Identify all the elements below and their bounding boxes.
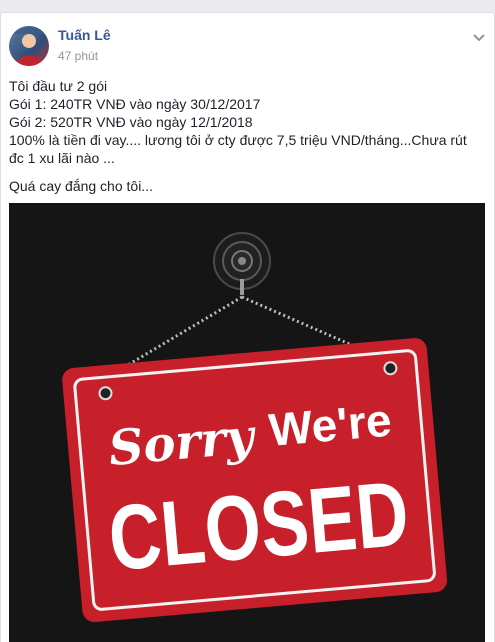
post-card: Tuấn Lê 47 phút Tôi đầu tư 2 gói Gói 1: … — [0, 12, 495, 642]
post-line: 100% là tiền đi vay.... lương tôi ở cty … — [9, 132, 467, 166]
post-text: Tôi đầu tư 2 gói Gói 1: 240TR VNĐ vào ng… — [9, 77, 485, 195]
post-timestamp[interactable]: 47 phút — [58, 49, 98, 63]
sign-were-text: We're — [267, 394, 394, 456]
closed-sign: Sorry We're CLOSED — [62, 338, 448, 622]
post-closing-line: Quá cay đắng cho tôi... — [9, 178, 153, 194]
author-name[interactable]: Tuấn Lê — [58, 27, 111, 43]
avatar[interactable] — [9, 26, 49, 66]
post-photo[interactable]: Sorry We're CLOSED — [9, 203, 485, 642]
post-line: Gói 2: 520TR VNĐ vào ngày 12/1/2018 — [9, 114, 253, 130]
post-line: Gói 1: 240TR VNĐ vào ngày 30/12/2017 — [9, 96, 261, 112]
more-options-icon[interactable] — [472, 29, 486, 42]
post-line: Tôi đầu tư 2 gói — [9, 78, 108, 94]
